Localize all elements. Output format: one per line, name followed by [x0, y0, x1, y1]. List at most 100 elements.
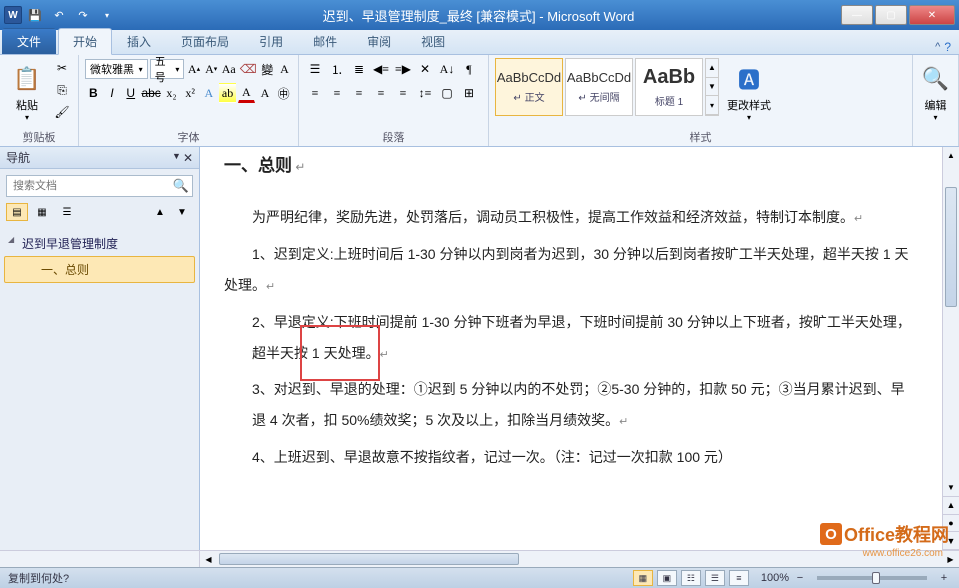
editing-button[interactable]: 🔍 编辑 ▾ — [919, 58, 952, 126]
help-icon[interactable]: ? — [944, 40, 951, 54]
enclose-char-button[interactable]: ㊥ — [275, 83, 292, 103]
change-styles-button[interactable]: 🅰 更改样式 ▾ — [723, 58, 775, 126]
phonetic-guide-button[interactable]: 變 — [260, 59, 275, 79]
zoom-slider-thumb[interactable] — [872, 572, 880, 584]
tree-item-section1[interactable]: 一、总则 — [4, 256, 195, 283]
underline-button[interactable]: U — [122, 83, 139, 103]
minimize-button[interactable]: — — [841, 5, 873, 25]
qat-save-icon[interactable]: 💾 — [24, 4, 46, 26]
style-scroll-more-icon[interactable]: ▾ — [706, 96, 718, 115]
increase-indent-button[interactable]: ≡▶ — [393, 59, 413, 79]
browse-next-icon[interactable]: ▼ — [943, 532, 959, 550]
zoom-in-button[interactable]: + — [937, 572, 951, 584]
vertical-scrollbar[interactable]: ▲ ▼ ▲ ● ▼ — [942, 147, 959, 550]
qat-redo-icon[interactable]: ↷ — [72, 4, 94, 26]
tree-item-root[interactable]: 迟到早退管理制度 — [4, 231, 195, 256]
nav-prev-icon[interactable]: ▲ — [149, 203, 171, 221]
style-heading1[interactable]: AaBb 标题 1 — [635, 58, 703, 116]
align-center-button[interactable]: ≡ — [327, 83, 347, 103]
sort-button[interactable]: A↓ — [437, 59, 457, 79]
char-border-button[interactable]: A — [277, 59, 292, 79]
group-editing: 🔍 编辑 ▾ — [913, 55, 959, 146]
tab-insert[interactable]: 插入 — [112, 28, 166, 54]
style-gallery-scroll[interactable]: ▲ ▼ ▾ — [705, 58, 719, 116]
ribbon-minimize-icon[interactable]: ^ — [935, 41, 940, 53]
char-shading-button[interactable]: A — [257, 83, 274, 103]
nav-view-headings[interactable]: ▤ — [6, 203, 28, 221]
view-fullscreen[interactable]: ▣ — [657, 570, 677, 586]
scroll-up-icon[interactable]: ▲ — [943, 147, 959, 164]
shading-button[interactable]: ▢ — [437, 83, 457, 103]
view-outline[interactable]: ☰ — [705, 570, 725, 586]
text-direction-button[interactable]: ✕ — [415, 59, 435, 79]
maximize-button[interactable]: ▢ — [875, 5, 907, 25]
tab-file[interactable]: 文件 — [2, 28, 56, 54]
subscript-button[interactable]: x₂ — [163, 83, 180, 103]
format-painter-button[interactable]: 🖌 — [52, 102, 72, 122]
cut-button[interactable]: ✂ — [52, 58, 72, 78]
nav-search-input[interactable] — [6, 175, 193, 197]
style-scroll-up-icon[interactable]: ▲ — [706, 59, 718, 78]
scroll-thumb[interactable] — [945, 187, 957, 307]
nav-dropdown-icon[interactable]: ▼ — [172, 151, 181, 165]
tab-view[interactable]: 视图 — [406, 28, 460, 54]
zoom-level[interactable]: 100% — [761, 572, 789, 584]
numbering-button[interactable]: ⒈ — [327, 59, 347, 79]
change-case-button[interactable]: Aa — [221, 59, 237, 79]
copy-button[interactable]: ⎘ — [52, 80, 72, 100]
document-scroll[interactable]: 一、总则 ↵ 为严明纪律，奖励先进，处罚落后，调动员工积极性，提高工作效益和经济… — [200, 147, 942, 550]
strikethrough-button[interactable]: abc — [141, 83, 161, 103]
borders-button[interactable]: ⊞ — [459, 83, 479, 103]
text-effects-button[interactable]: A — [201, 83, 218, 103]
scroll-down-icon[interactable]: ▼ — [943, 479, 959, 496]
style-scroll-down-icon[interactable]: ▼ — [706, 78, 718, 97]
grow-font-button[interactable]: A▴ — [186, 59, 201, 79]
nav-view-pages[interactable]: ▦ — [31, 203, 53, 221]
zoom-slider[interactable] — [817, 576, 927, 580]
search-icon[interactable]: 🔍 — [173, 178, 189, 194]
multilevel-button[interactable]: ≣ — [349, 59, 369, 79]
bullets-button[interactable]: ☰ — [305, 59, 325, 79]
tab-mailings[interactable]: 邮件 — [298, 28, 352, 54]
decrease-indent-button[interactable]: ◀≡ — [371, 59, 391, 79]
tab-references[interactable]: 引用 — [244, 28, 298, 54]
nav-close-icon[interactable]: ✕ — [183, 151, 193, 165]
zoom-out-button[interactable]: − — [793, 572, 807, 584]
show-marks-button[interactable]: ¶ — [459, 59, 479, 79]
hscroll-left-icon[interactable]: ◀ — [200, 551, 217, 567]
hscroll-right-icon[interactable]: ▶ — [942, 551, 959, 567]
hscroll-thumb[interactable] — [219, 553, 519, 565]
tab-home[interactable]: 开始 — [58, 28, 112, 55]
italic-button[interactable]: I — [104, 83, 121, 103]
align-left-button[interactable]: ≡ — [305, 83, 325, 103]
font-family-combo[interactable]: 微软雅黑 ▾ — [85, 59, 148, 79]
tab-layout[interactable]: 页面布局 — [166, 28, 244, 54]
qat-undo-icon[interactable]: ↶ — [48, 4, 70, 26]
highlight-button[interactable]: ab — [219, 83, 236, 103]
nav-view-results[interactable]: ☰ — [56, 203, 78, 221]
view-draft[interactable]: ≡ — [729, 570, 749, 586]
clear-format-button[interactable]: ⌫ — [239, 59, 258, 79]
browse-prev-icon[interactable]: ▲ — [943, 497, 959, 515]
browse-object-icon[interactable]: ● — [943, 515, 959, 533]
line-spacing-button[interactable]: ↕≡ — [415, 83, 435, 103]
distribute-button[interactable]: ≡ — [393, 83, 413, 103]
style-nospacing[interactable]: AaBbCcDd ↵ 无间隔 — [565, 58, 633, 116]
view-web[interactable]: ☷ — [681, 570, 701, 586]
nav-next-icon[interactable]: ▼ — [171, 203, 193, 221]
view-print-layout[interactable]: ▦ — [633, 570, 653, 586]
font-size-combo[interactable]: 五号 ▾ — [150, 59, 185, 79]
shrink-font-button[interactable]: A▾ — [204, 59, 219, 79]
horizontal-scrollbar[interactable]: ◀ ▶ — [0, 550, 959, 567]
close-button[interactable]: ✕ — [909, 5, 955, 25]
find-icon: 🔍 — [920, 63, 952, 95]
justify-button[interactable]: ≡ — [371, 83, 391, 103]
bold-button[interactable]: B — [85, 83, 102, 103]
align-right-button[interactable]: ≡ — [349, 83, 369, 103]
font-color-button[interactable]: A — [238, 83, 255, 103]
tab-review[interactable]: 审阅 — [352, 28, 406, 54]
paste-button[interactable]: 📋 粘贴 ▾ — [6, 58, 48, 126]
qat-customize-icon[interactable]: ▾ — [96, 4, 118, 26]
superscript-button[interactable]: x² — [182, 83, 199, 103]
style-normal[interactable]: AaBbCcDd ↵ 正文 — [495, 58, 563, 116]
